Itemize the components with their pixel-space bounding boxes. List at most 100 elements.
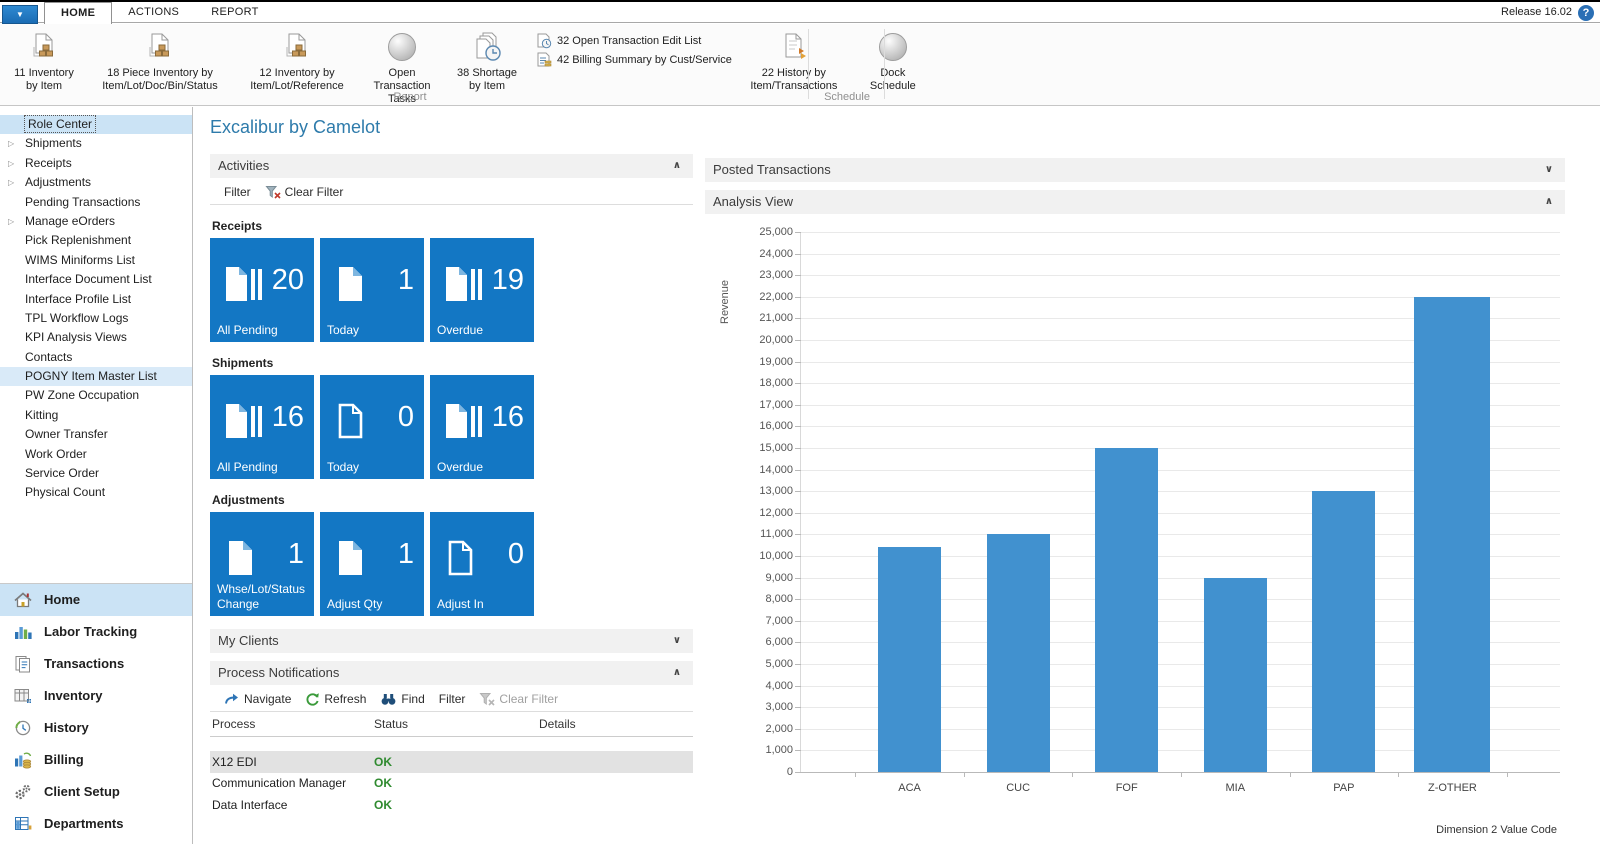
chevron-up-icon[interactable]: ∧ <box>1545 190 1553 214</box>
x-tick-label: CUC <box>1006 782 1031 794</box>
sidebar-item-pick-replenishment[interactable]: Pick Replenishment <box>0 231 192 250</box>
ribbon-tab-bar: ▼ HOME ACTIONS REPORT Release 16.02 ? <box>0 0 1600 26</box>
activities-toolbar-button-clear-filter[interactable]: Clear Filter <box>265 185 343 199</box>
chevron-down-icon[interactable]: ∨ <box>1545 158 1553 182</box>
sidebar-item-pogny-item-master-list[interactable]: POGNY Item Master List <box>0 367 192 387</box>
sidebar-item-label: PW Zone Occupation <box>25 388 140 403</box>
sidebar-item-pw-zone-occupation[interactable]: PW Zone Occupation <box>0 386 192 405</box>
cue-tile-all-pending[interactable]: 20 All Pending <box>210 238 314 342</box>
sidebar-item-receipts[interactable]: ▷ Receipts <box>0 154 192 173</box>
y-tick-label: 11,000 <box>760 528 793 541</box>
ribbon-button-0[interactable]: 11 Inventory by Item <box>4 27 84 95</box>
table-row-communication-manager[interactable]: Communication Manager OK <box>210 773 693 795</box>
sidebar-item-contacts[interactable]: Contacts <box>0 348 192 367</box>
menu-item-client-setup[interactable]: Client Setup <box>0 776 192 808</box>
table-row-data-interface[interactable]: Data Interface OK <box>210 794 693 816</box>
cue-tile-today[interactable]: 0 Today <box>320 375 424 479</box>
cue-tile-overdue[interactable]: 19 Overdue <box>430 238 534 342</box>
chart-plot-area: ACA CUC FOF MIA PAP Z-OTHER <box>795 232 1560 794</box>
pn-toolbar-button-navigate[interactable]: Navigate <box>224 692 291 706</box>
chevron-up-icon[interactable]: ∧ <box>673 661 681 685</box>
menu-item-history[interactable]: History <box>0 712 192 744</box>
sidebar-item-kpi-analysis-views[interactable]: KPI Analysis Views <box>0 328 192 347</box>
menu-item-inventory[interactable]: Inventory <box>0 680 192 712</box>
expand-triangle-icon[interactable]: ▷ <box>8 134 14 153</box>
y-tick-mark <box>795 383 801 385</box>
ribbon-button-1[interactable]: 18 Piece Inventory by Item/Lot/Doc/Bin/S… <box>84 27 236 95</box>
sidebar-item-interface-profile-list[interactable]: Interface Profile List <box>0 290 192 309</box>
sidebar-item-kitting[interactable]: Kitting <box>0 406 192 425</box>
pn-cell-process: Communication Manager <box>212 776 347 791</box>
sidebar-item-physical-count[interactable]: Physical Count <box>0 483 192 502</box>
ribbon-button-4[interactable]: 38 Shortage by Item <box>446 27 528 95</box>
menu-item-home[interactable]: Home <box>0 583 192 616</box>
client-setup-icon <box>13 783 33 801</box>
x-tick-label: FOF <box>1115 782 1138 794</box>
cue-tile-adjust-qty[interactable]: 1 Adjust Qty <box>320 512 424 616</box>
pn-column-process: Process <box>212 717 256 731</box>
menu-item-labor-tracking[interactable]: Labor Tracking <box>0 616 192 648</box>
tab-home[interactable]: HOME <box>44 2 113 26</box>
cue-tile-label: All Pending <box>217 459 278 474</box>
expand-triangle-icon[interactable]: ▷ <box>8 154 14 173</box>
pn-cell-process: Data Interface <box>212 797 288 812</box>
process-notifications-section-header[interactable]: Process Notifications ∧ <box>210 661 693 685</box>
posted-transactions-section-header[interactable]: Posted Transactions ∨ <box>705 158 1565 182</box>
sidebar-item-manage-eorders[interactable]: ▷ Manage eOrders <box>0 212 192 231</box>
ribbon-button-history[interactable]: 22 History by Item/Transactions <box>740 27 848 95</box>
sidebar-item-tpl-workflow-logs[interactable]: TPL Workflow Logs <box>0 309 192 328</box>
y-tick-mark <box>795 426 801 428</box>
cue-tile-value: 1 <box>397 264 414 296</box>
cue-tile-label: Adjust In <box>437 596 484 611</box>
chart-bar-z-other[interactable] <box>1414 296 1491 772</box>
help-icon[interactable]: ? <box>1578 5 1594 21</box>
pn-toolbar-button-label: Clear Filter <box>499 692 559 706</box>
tab-actions[interactable]: ACTIONS <box>112 2 195 25</box>
chart-bar-pap[interactable] <box>1312 491 1376 772</box>
chevron-down-icon[interactable]: ∨ <box>673 629 681 653</box>
pn-toolbar-button-refresh[interactable]: Refresh <box>305 692 366 706</box>
ribbon-button-2[interactable]: 12 Inventory by Item/Lot/Reference <box>236 27 358 95</box>
pn-toolbar-button-find[interactable]: Find <box>380 692 425 706</box>
my-clients-section-header[interactable]: My Clients ∨ <box>210 629 693 653</box>
table-row-x12-edi[interactable]: X12 EDI OK <box>210 751 693 773</box>
chart-bar-cuc[interactable] <box>986 534 1050 772</box>
menu-item-transactions[interactable]: Transactions <box>0 648 192 680</box>
sidebar-item-work-order[interactable]: Work Order <box>0 445 192 464</box>
expand-triangle-icon[interactable]: ▷ <box>8 212 14 231</box>
pn-toolbar-button-filter[interactable]: Filter <box>439 692 466 706</box>
cue-tile-overdue[interactable]: 16 Overdue <box>430 375 534 479</box>
y-tick-mark <box>795 404 801 406</box>
chart-bar-mia[interactable] <box>1203 577 1267 772</box>
cue-tile-all-pending[interactable]: 16 All Pending <box>210 375 314 479</box>
cue-tile-today[interactable]: 1 Today <box>320 238 424 342</box>
menu-item-billing[interactable]: Billing <box>0 744 192 776</box>
sidebar-item-label: Adjustments <box>25 175 92 190</box>
ribbon-button-2-label: 12 Inventory by Item/Lot/Reference <box>250 67 344 93</box>
tab-report[interactable]: REPORT <box>195 2 274 25</box>
process-notifications-table: Process Status Details X12 EDI OK Communicati… <box>210 714 693 816</box>
sidebar-item-wims-miniforms-list[interactable]: WIMS Miniforms List <box>0 251 192 270</box>
sidebar-item-adjustments[interactable]: ▷ Adjustments <box>0 173 192 192</box>
sidebar-item-owner-transfer[interactable]: Owner Transfer <box>0 425 192 444</box>
ribbon-list-button-0[interactable]: 32 Open Transaction Edit List <box>536 31 732 50</box>
chart-bar-aca[interactable] <box>878 547 942 772</box>
sidebar-item-interface-document-list[interactable]: Interface Document List <box>0 270 192 289</box>
chart-bar-fof[interactable] <box>1095 448 1159 772</box>
analysis-view-section-header[interactable]: Analysis View ∧ <box>705 190 1565 214</box>
activities-section-header[interactable]: Activities ∧ <box>210 154 693 178</box>
sidebar-item-pending-transactions[interactable]: Pending Transactions <box>0 193 192 212</box>
posted-transactions-header-label: Posted Transactions <box>713 162 831 177</box>
ribbon-list-button-1[interactable]: 42 Billing Summary by Cust/Service <box>536 50 732 69</box>
ribbon-button-dock-schedule[interactable]: Dock Schedule <box>862 27 924 95</box>
cue-tile-whse-lot-status-change[interactable]: 1 Whse/Lot/Status Change <box>210 512 314 616</box>
sidebar-item-shipments[interactable]: ▷ Shipments <box>0 134 192 153</box>
chevron-up-icon[interactable]: ∧ <box>673 154 681 178</box>
expand-triangle-icon[interactable]: ▷ <box>8 173 14 192</box>
cue-tile-adjust-in[interactable]: 0 Adjust In <box>430 512 534 616</box>
menu-item-departments[interactable]: Departments <box>0 808 192 840</box>
application-menu-button[interactable]: ▼ <box>2 5 38 24</box>
sidebar-item-role-center[interactable]: Role Center <box>0 115 192 135</box>
activities-toolbar-button-filter[interactable]: Filter <box>224 185 251 199</box>
sidebar-item-service-order[interactable]: Service Order <box>0 464 192 483</box>
